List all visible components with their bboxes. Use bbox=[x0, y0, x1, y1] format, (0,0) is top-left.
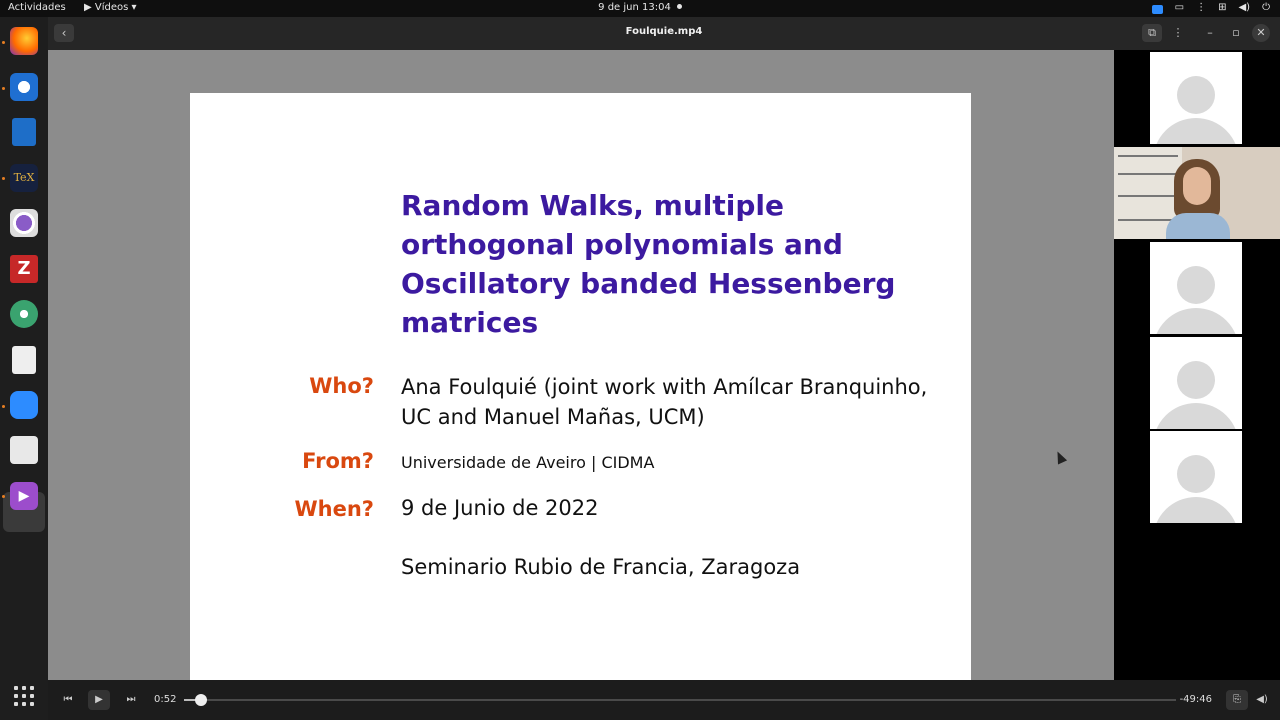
files-icon[interactable] bbox=[10, 436, 38, 464]
zoom-icon[interactable] bbox=[10, 391, 38, 419]
participant-avatar bbox=[1150, 242, 1242, 334]
clock[interactable]: 9 de jun 13:04 bbox=[0, 2, 1280, 13]
close-button[interactable]: ✕ bbox=[1252, 24, 1270, 42]
thunderbird-icon[interactable] bbox=[10, 73, 38, 101]
power-icon[interactable]: ⏻ bbox=[1262, 1, 1270, 15]
screen-icon[interactable]: ▭ bbox=[1175, 1, 1184, 15]
running-indicator bbox=[2, 495, 5, 498]
participant-avatar bbox=[1150, 52, 1242, 144]
from-value: Universidade de Aveiro | CIDMA bbox=[401, 453, 655, 472]
notification-dot bbox=[676, 4, 682, 9]
screen-recorder-icon[interactable] bbox=[10, 209, 38, 237]
show-apps-icon[interactable] bbox=[14, 686, 34, 706]
mouse-cursor bbox=[1052, 449, 1068, 465]
shared-screen: Random Walks, multiple orthogonal polyno… bbox=[48, 50, 1114, 680]
network-icon[interactable]: ⊞ bbox=[1218, 1, 1226, 15]
who-label: Who? bbox=[309, 374, 374, 398]
firefox-icon[interactable] bbox=[10, 27, 38, 55]
player-controls: ⏮ ▶ ⏭ 0:52 -49:46 ⎘ ◀) bbox=[48, 680, 1280, 720]
writer-icon[interactable] bbox=[12, 118, 36, 146]
video-frame[interactable]: Random Walks, multiple orthogonal polyno… bbox=[48, 50, 1280, 680]
who-value: Ana Foulquié (joint work with Amílcar Br… bbox=[401, 375, 928, 429]
when-label: When? bbox=[294, 497, 375, 521]
speaker-video bbox=[1114, 147, 1280, 239]
atom-icon[interactable] bbox=[10, 300, 38, 328]
presentation-slide: Random Walks, multiple orthogonal polyno… bbox=[190, 93, 971, 680]
participant-avatar bbox=[1150, 337, 1242, 429]
slide-title: Random Walks, multiple orthogonal polyno… bbox=[401, 189, 896, 339]
system-top-bar: Actividades ▶ Vídeos ▾ 9 de jun 13:04 ▭ … bbox=[0, 0, 1280, 17]
window-titlebar: ‹ Foulquie.mp4 ⧉ ⋮ – ▫ ✕ bbox=[48, 17, 1280, 50]
next-icon[interactable]: ⏭ bbox=[120, 690, 142, 710]
subtitles-icon[interactable]: ⎘ bbox=[1226, 690, 1248, 710]
participant-avatar bbox=[1150, 431, 1242, 523]
running-indicator bbox=[2, 41, 5, 44]
from-label: From? bbox=[302, 449, 374, 473]
restore-button[interactable]: ▫ bbox=[1226, 24, 1246, 42]
participant-panel bbox=[1114, 50, 1280, 680]
system-tray[interactable]: ▭ ⋮ ⊞ ◀) ⏻ bbox=[1151, 1, 1270, 15]
texmaker-icon[interactable]: TeX bbox=[10, 164, 38, 192]
volume-icon[interactable]: ◀) bbox=[1238, 1, 1250, 15]
running-indicator bbox=[2, 405, 5, 408]
previous-icon[interactable]: ⏮ bbox=[57, 690, 79, 710]
videos-icon[interactable]: ▶ bbox=[10, 482, 38, 510]
venue: Seminario Rubio de Francia, Zaragoza bbox=[401, 555, 801, 579]
menu-button[interactable]: ⋮ bbox=[1168, 24, 1188, 42]
minimize-button[interactable]: – bbox=[1200, 24, 1220, 42]
pip-button[interactable]: ⧉ bbox=[1142, 24, 1162, 42]
running-indicator bbox=[2, 87, 5, 90]
window-title: Foulquie.mp4 bbox=[625, 26, 703, 37]
document-viewer-icon[interactable] bbox=[12, 346, 36, 374]
elapsed-time: 0:52 bbox=[154, 694, 177, 705]
volume-icon[interactable]: ◀) bbox=[1251, 690, 1273, 710]
running-indicator bbox=[2, 177, 5, 180]
play-button[interactable]: ▶ bbox=[88, 690, 110, 710]
more-icon[interactable]: ⋮ bbox=[1196, 1, 1206, 15]
remaining-time: -49:46 bbox=[1179, 694, 1212, 705]
when-value: 9 de Junio de 2022 bbox=[401, 496, 599, 520]
zoom-tray-icon[interactable] bbox=[1151, 4, 1163, 14]
dock: TeX Z ▶ bbox=[0, 17, 48, 720]
seek-bar[interactable] bbox=[184, 694, 1176, 706]
clock-label: 9 de jun 13:04 bbox=[598, 2, 671, 13]
seek-handle[interactable] bbox=[194, 694, 207, 706]
filezilla-icon[interactable]: Z bbox=[10, 255, 38, 283]
